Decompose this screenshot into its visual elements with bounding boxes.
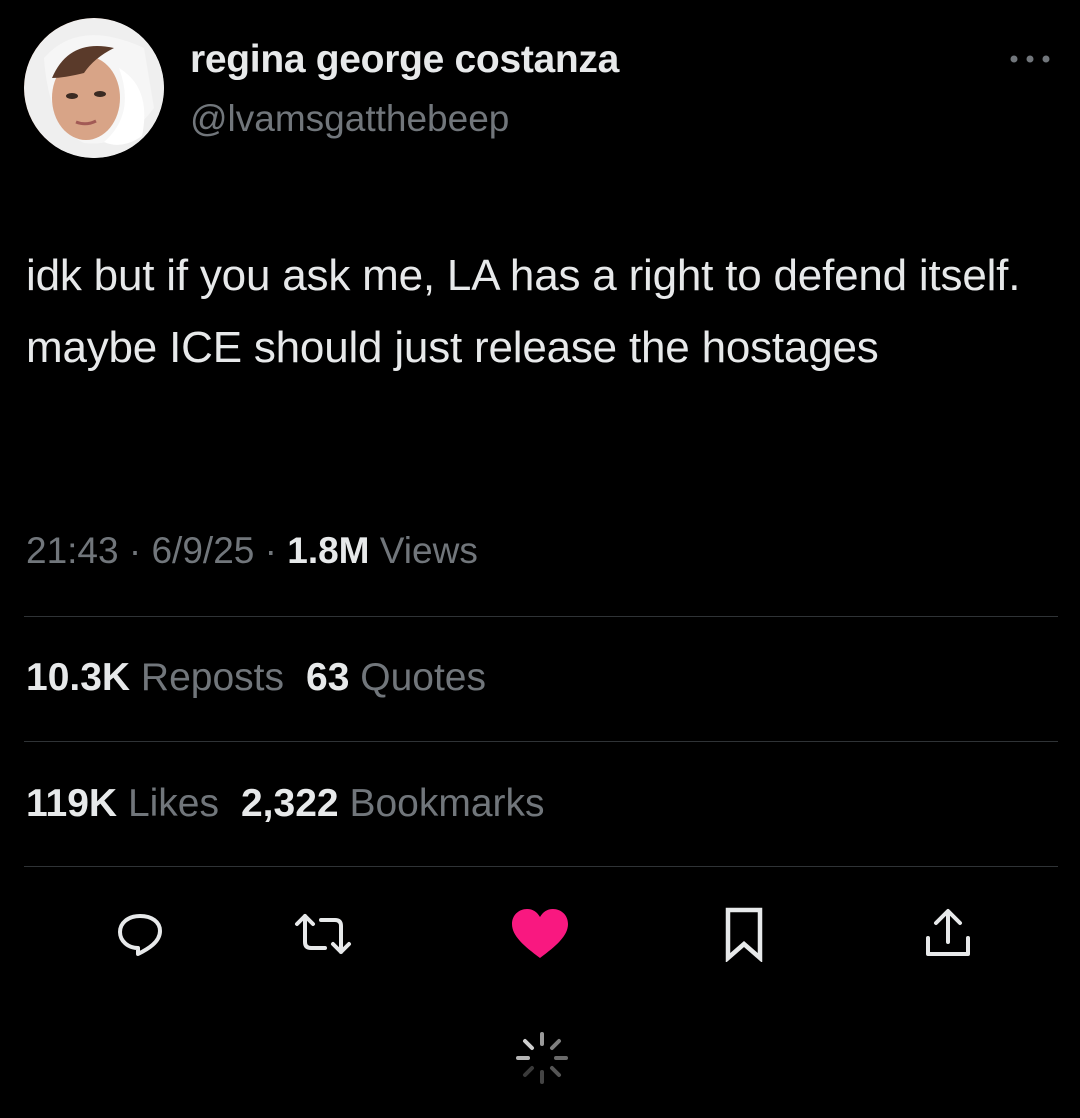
likes-label: Likes — [127, 782, 219, 825]
more-options-icon[interactable] — [1004, 46, 1056, 72]
stats-row-reposts-quotes: 10.3K Reposts 63 Quotes — [26, 656, 486, 700]
views-label: Views — [379, 530, 478, 571]
tweet-time[interactable]: 21:43 — [26, 530, 119, 571]
tweet-date[interactable]: 6/9/25 — [151, 530, 254, 571]
reply-button[interactable] — [108, 902, 172, 966]
tweet-text: idk but if you ask me, LA has a right to… — [26, 251, 1021, 372]
divider — [24, 616, 1058, 617]
avatar-photo — [24, 18, 164, 158]
reposts-count: 10.3K — [26, 656, 131, 699]
bookmarks-count: 2,322 — [240, 782, 339, 825]
views-count: 1.8M — [287, 530, 370, 571]
bookmarks-stat[interactable]: 2,322 Bookmarks — [241, 782, 545, 825]
bookmark-button[interactable] — [712, 902, 776, 966]
bookmarks-label: Bookmarks — [349, 782, 545, 825]
likes-count: 119K — [26, 782, 118, 825]
divider — [24, 741, 1058, 742]
meta-separator: · — [128, 530, 142, 571]
reposts-label: Reposts — [140, 656, 284, 699]
divider — [24, 866, 1058, 867]
likes-stat[interactable]: 119K Likes — [26, 782, 219, 825]
avatar[interactable] — [24, 18, 164, 158]
stats-row-likes-bookmarks: 119K Likes 2,322 Bookmarks — [26, 782, 545, 826]
like-button[interactable] — [508, 902, 572, 966]
tweet-meta: 21:43 · 6/9/25 · 1.8M Views — [26, 530, 478, 572]
like-icon — [512, 909, 568, 958]
quotes-label: Quotes — [360, 656, 486, 699]
loading-spinner-icon — [512, 1028, 572, 1088]
reply-icon — [118, 914, 162, 956]
author-display-name[interactable]: regina george costanza — [190, 38, 619, 82]
meta-separator: · — [264, 530, 277, 571]
author-handle[interactable]: @lvamsgatthebeep — [190, 98, 509, 140]
quotes-stat[interactable]: 63 Quotes — [306, 656, 486, 699]
share-button[interactable] — [916, 902, 980, 966]
share-icon — [926, 909, 970, 956]
quotes-count: 63 — [306, 656, 350, 699]
repost-icon — [295, 914, 351, 954]
reposts-stat[interactable]: 10.3K Reposts — [26, 656, 284, 699]
bookmark-icon — [725, 907, 763, 962]
repost-button[interactable] — [291, 902, 355, 966]
